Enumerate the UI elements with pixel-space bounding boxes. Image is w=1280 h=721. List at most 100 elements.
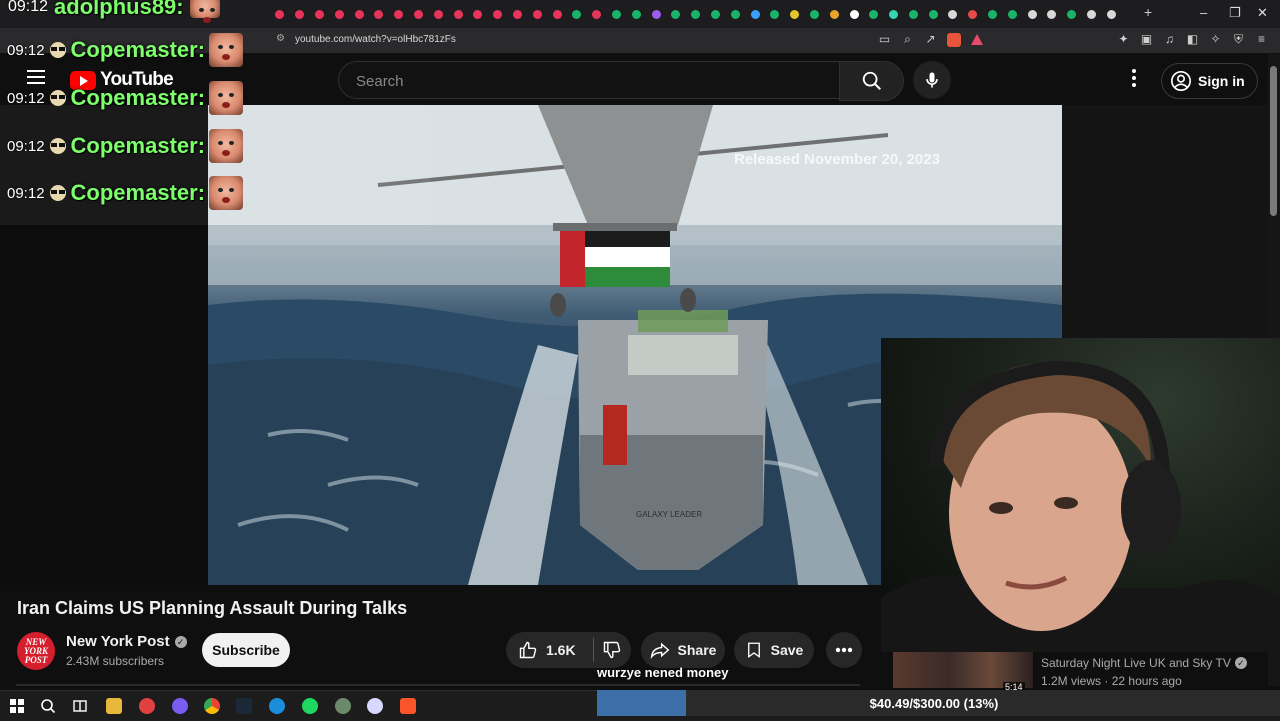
browser-tab[interactable] [508,6,528,22]
browser-tab[interactable] [1101,6,1121,22]
tab-favicon-icon [275,9,285,19]
maximize-button[interactable]: ❐ [1229,5,1241,21]
vpn-icon[interactable]: ⛨ [1232,33,1245,46]
tab-favicon-icon [1047,9,1057,19]
site-info-icon[interactable]: ⚙ [276,33,286,45]
share-button[interactable]: Share [641,632,725,668]
tab-favicon-icon [374,9,384,19]
browser-tab[interactable] [963,6,983,22]
browser-tab[interactable] [587,6,607,22]
browser-tabs[interactable] [270,6,1121,22]
browser-tab[interactable] [824,6,844,22]
browser-tab[interactable] [686,6,706,22]
browser-tab[interactable] [547,6,567,22]
save-button[interactable]: Save [734,632,814,668]
browser-tab[interactable] [290,6,310,22]
wallet-icon[interactable]: ▣ [1140,33,1153,46]
dislike-button[interactable] [594,640,631,660]
zoom-icon[interactable]: ⌕ [901,33,914,46]
browser-tab[interactable] [428,6,448,22]
sign-in-button[interactable]: Sign in [1161,63,1258,99]
browser-tab[interactable] [527,6,547,22]
browser-tab[interactable] [904,6,924,22]
browser-tab[interactable] [448,6,468,22]
browser-tab[interactable] [923,6,943,22]
like-button[interactable]: 1.6K [506,640,585,660]
browser-tab[interactable] [864,6,884,22]
browser-tab[interactable] [884,6,904,22]
browser-tab[interactable] [329,6,349,22]
brave-shields-icon[interactable] [947,33,961,47]
obs-icon[interactable] [367,698,383,714]
browser-tab[interactable] [607,6,627,22]
file-explorer-icon[interactable] [106,698,122,714]
channel-avatar[interactable]: NEW YORK POST [17,632,55,670]
browser-tab[interactable] [706,6,726,22]
more-actions-button[interactable] [826,632,862,668]
sidebar-icon[interactable]: ◧ [1186,33,1199,46]
new-tab-button[interactable]: + [1144,4,1152,20]
brave-rewards-icon[interactable] [971,34,983,45]
extensions-icon[interactable]: ✦ [1117,33,1130,46]
browser-tab[interactable] [983,6,1003,22]
browser-tab[interactable] [488,6,508,22]
spotify-icon[interactable] [302,698,318,714]
browser-tab[interactable] [745,6,765,22]
browser-tab[interactable] [409,6,429,22]
steam-icon[interactable] [236,698,252,714]
search-button[interactable] [839,61,904,101]
chat-time: 09:12 [7,41,45,59]
browser-tab[interactable] [805,6,825,22]
search-box[interactable] [338,61,841,99]
browser-tab[interactable] [1002,6,1022,22]
taskbar-search-icon[interactable] [40,698,56,714]
media-icon[interactable]: ♫ [1163,33,1176,46]
brave-icon[interactable] [400,698,416,714]
share-page-icon[interactable]: ↗ [924,33,937,46]
scrollbar-thumb[interactable] [1270,66,1277,216]
browser-tab[interactable] [943,6,963,22]
browser-tab[interactable] [310,6,330,22]
chat-message: 09:12 Copemaster: [7,176,244,210]
menu-icon[interactable]: ≡ [1255,33,1268,46]
subscribe-button[interactable]: Subscribe [202,633,290,667]
close-window-button[interactable]: ✕ [1257,5,1268,21]
app-icon-green[interactable] [335,698,351,714]
browser-tab[interactable] [468,6,488,22]
browser-tab[interactable] [349,6,369,22]
browser-tab[interactable] [626,6,646,22]
browser-tab[interactable] [765,6,785,22]
browser-tab[interactable] [666,6,686,22]
browser-tab[interactable] [1082,6,1102,22]
browser-tab[interactable] [844,6,864,22]
app-icon-red[interactable] [139,698,155,714]
browser-tab[interactable] [1062,6,1082,22]
cast-icon[interactable]: ▭ [878,33,891,46]
tab-favicon-icon [849,9,859,19]
browser-tab[interactable] [270,6,290,22]
browser-tab[interactable] [369,6,389,22]
tab-favicon-icon [1027,9,1037,19]
ship-name: GALAXY LEADER [636,510,702,519]
chrome-icon[interactable] [204,698,220,714]
browser-tab[interactable] [785,6,805,22]
search-input[interactable] [354,70,798,92]
browser-tab[interactable] [646,6,666,22]
edge-icon[interactable] [269,698,285,714]
url-field[interactable]: youtube.com/watch?v=olHbc781zFs [295,34,456,45]
browser-tab[interactable] [725,6,745,22]
browser-tab[interactable] [567,6,587,22]
leo-icon[interactable]: ✧ [1209,33,1222,46]
settings-more-icon[interactable] [1128,69,1140,89]
discord-icon[interactable] [172,698,188,714]
browser-tab[interactable] [1022,6,1042,22]
browser-tab[interactable] [389,6,409,22]
task-view-icon[interactable] [72,698,88,714]
recommended-video[interactable]: 5:14 Saturday Night Live UK and Sky TV ✓… [893,652,1268,692]
like-dislike-group: 1.6K [506,632,631,668]
voice-search-button[interactable] [913,61,951,99]
browser-tab[interactable] [1042,6,1062,22]
minimize-button[interactable]: – [1200,5,1207,20]
channel-name-link[interactable]: New York Post ✓ [66,633,187,650]
windows-start-icon[interactable] [9,698,25,714]
